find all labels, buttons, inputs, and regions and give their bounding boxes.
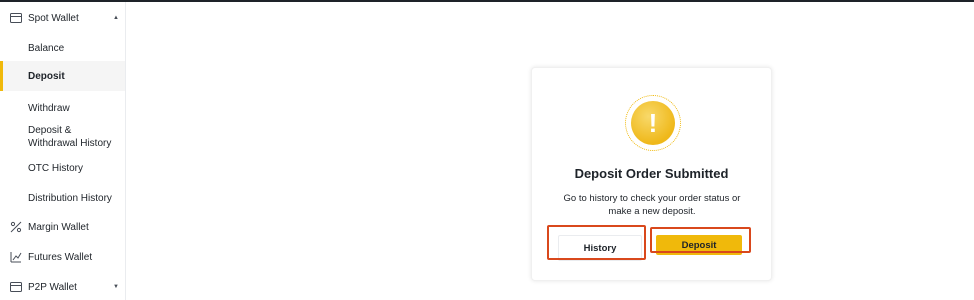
dialog-message: Go to history to check your order status…	[563, 193, 741, 217]
sidebar-item-label: Distribution History	[28, 192, 112, 204]
wallet-icon	[10, 281, 22, 293]
warning-glyph: !	[631, 101, 675, 145]
sidebar-item-futures-wallet[interactable]: Futures Wallet	[0, 247, 125, 267]
sidebar-item-spot-wallet[interactable]: Spot Wallet ▲	[0, 8, 125, 28]
sidebar-item-deposit-withdrawal-history[interactable]: Deposit & Withdrawal History	[0, 122, 125, 152]
sidebar-item-label: Deposit	[28, 70, 65, 82]
sidebar-item-deposit[interactable]: Deposit	[0, 61, 125, 91]
caret-up-icon[interactable]: ▲	[113, 15, 119, 21]
sidebar-item-label: P2P Wallet	[28, 281, 77, 293]
sidebar-item-p2p-wallet[interactable]: P2P Wallet ▼	[0, 277, 125, 297]
caret-down-icon[interactable]: ▼	[113, 284, 119, 290]
sidebar-item-distribution-history[interactable]: Distribution History	[0, 188, 125, 208]
deposit-button[interactable]: Deposit	[656, 235, 742, 255]
deposit-submitted-dialog: ! Deposit Order Submitted Go to history …	[531, 67, 772, 281]
sidebar-item-label: Spot Wallet	[28, 12, 79, 24]
sidebar-item-label: Margin Wallet	[28, 221, 89, 233]
margin-icon	[10, 221, 22, 233]
sidebar-item-label: Withdraw	[28, 102, 70, 114]
sidebar-item-label: Balance	[28, 42, 65, 54]
sidebar-item-label: Deposit & Withdrawal History	[28, 125, 112, 149]
warning-icon: !	[625, 95, 681, 151]
sidebar-item-withdraw[interactable]: Withdraw	[0, 98, 125, 118]
history-button[interactable]: History	[558, 235, 642, 261]
sidebar-item-margin-wallet[interactable]: Margin Wallet	[0, 217, 125, 237]
sidebar-item-label: Futures Wallet	[28, 251, 93, 263]
sidebar-item-otc-history[interactable]: OTC History	[0, 158, 125, 178]
futures-icon	[10, 251, 22, 263]
sidebar: Spot Wallet ▲ Balance Deposit Withdraw D…	[0, 2, 126, 300]
top-divider	[0, 0, 974, 2]
sidebar-item-label: OTC History	[28, 162, 83, 174]
sidebar-item-balance[interactable]: Balance	[0, 38, 125, 58]
wallet-icon	[10, 12, 22, 24]
dialog-title: Deposit Order Submitted	[574, 166, 729, 181]
